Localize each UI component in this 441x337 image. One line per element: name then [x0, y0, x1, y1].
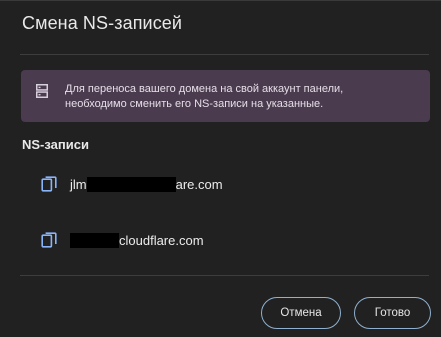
- info-notice: Для переноса вашего домена на свой аккау…: [21, 70, 430, 122]
- ns-record-value: cloudflare.com: [70, 232, 204, 248]
- ns-record-suffix: are.com: [175, 176, 223, 192]
- done-button[interactable]: Готово: [354, 297, 431, 329]
- ns-change-dialog: Смена NS-записей Для переноса вашего дом…: [0, 0, 441, 337]
- copy-icon[interactable]: [41, 176, 57, 192]
- server-icon: [36, 84, 48, 98]
- notice-line-2: необходимо сменить его NS-записи на указ…: [65, 98, 324, 110]
- redacted-block: [86, 176, 176, 192]
- cancel-button[interactable]: Отмена: [261, 297, 341, 329]
- notice-line-1: Для переноса вашего домена на свой аккау…: [65, 83, 344, 95]
- divider: [20, 275, 429, 276]
- notice-text: Для переноса вашего домена на свой аккау…: [65, 82, 420, 112]
- ns-record-suffix: cloudflare.com: [119, 232, 204, 248]
- section-title-ns-records: NS-записи: [22, 137, 89, 152]
- ns-record-value: jlm are.com: [70, 176, 223, 192]
- ns-record-prefix: jlm: [70, 176, 87, 192]
- ns-record-row: cloudflare.com: [41, 230, 204, 250]
- dialog-title: Смена NS-записей: [22, 13, 183, 33]
- redacted-block: [70, 232, 119, 248]
- ns-record-row: jlm are.com: [41, 174, 223, 194]
- copy-icon[interactable]: [41, 232, 57, 248]
- divider: [20, 54, 429, 55]
